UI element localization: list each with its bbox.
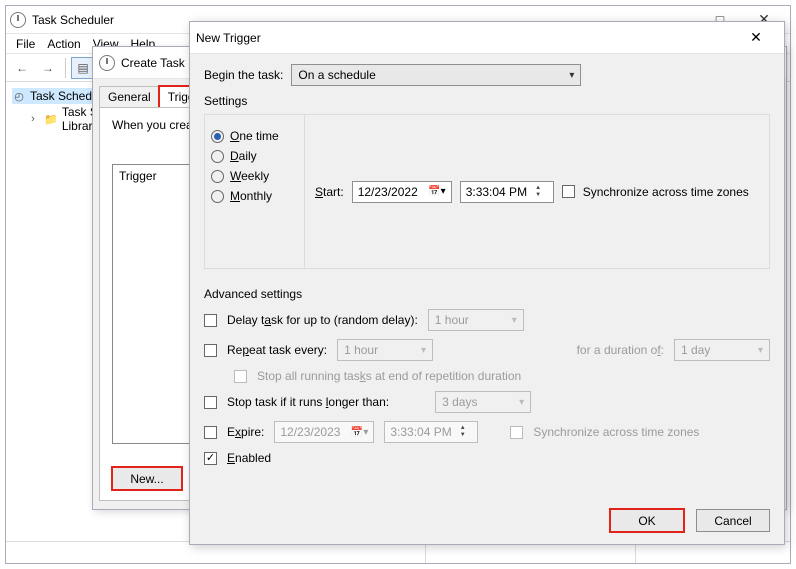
expire-row: Expire: 12/23/2023 📅▾ 3:33:04 PM ▲▼ Sync… [204, 421, 770, 443]
stop-longer-label: Stop task if it runs longer than: [227, 395, 389, 409]
chevron-down-icon: ▾ [758, 345, 763, 356]
begin-label: Begin the task: [204, 68, 283, 82]
radio-monthly[interactable]: Monthly [211, 189, 298, 203]
stop-running-label: Stop all running tasks at end of repetit… [257, 369, 521, 383]
close-button[interactable]: ✕ [734, 24, 778, 52]
stop-longer-combo[interactable]: 3 days ▾ [435, 391, 531, 413]
spinner-icon: ▲▼ [531, 185, 545, 199]
schedule-radios: One time Daily Weekly Monthly [205, 115, 305, 268]
repeat-row: Repeat task every: 1 hour ▾ for a durati… [204, 339, 770, 361]
advanced-settings: Advanced settings Delay task for up to (… [204, 287, 770, 465]
start-date-input[interactable]: 12/23/2022 📅▾ [352, 181, 452, 203]
delay-checkbox[interactable] [204, 314, 217, 327]
enabled-row: Enabled [204, 451, 770, 465]
expire-date-input[interactable]: 12/23/2023 📅▾ [274, 421, 374, 443]
delay-label: Delay task for up to (random delay): [227, 313, 418, 327]
expire-date-value: 12/23/2023 [280, 425, 340, 439]
repeat-checkbox[interactable] [204, 344, 217, 357]
expire-sync-checkbox [510, 426, 523, 439]
delay-row: Delay task for up to (random delay): 1 h… [204, 309, 770, 331]
sync-tz-checkbox[interactable] [562, 185, 575, 198]
start-time-input[interactable]: 3:33:04 PM ▲▼ [460, 181, 554, 203]
radio-monthly-label: Monthly [230, 189, 272, 203]
start-row: Start: 12/23/2022 📅▾ 3:33:04 PM ▲▼ Synch… [305, 115, 769, 268]
calendar-icon: 📅▾ [351, 427, 368, 438]
stop-longer-value: 3 days [442, 395, 519, 409]
back-button[interactable]: ← [10, 57, 34, 79]
expire-checkbox[interactable] [204, 426, 217, 439]
radio-dot-icon [211, 170, 224, 183]
trigger-list[interactable]: Trigger [112, 164, 190, 444]
clock-icon: ◴ [12, 89, 26, 103]
advanced-heading: Advanced settings [204, 287, 770, 301]
new-trigger-title: New Trigger [196, 31, 261, 45]
trigger-column-header: Trigger [113, 165, 189, 187]
radio-dot-icon [211, 150, 224, 163]
begin-task-combo[interactable]: On a schedule ▾ [291, 64, 581, 86]
expire-label: Expire: [227, 425, 264, 439]
duration-label: for a duration of: [577, 343, 664, 357]
stop-running-checkbox [234, 370, 247, 383]
radio-dot-icon [211, 130, 224, 143]
menu-action[interactable]: Action [43, 37, 84, 51]
forward-button[interactable]: → [36, 57, 60, 79]
enabled-checkbox[interactable] [204, 452, 217, 465]
enabled-label: Enabled [227, 451, 271, 465]
new-trigger-dialog: New Trigger ✕ Begin the task: On a sched… [189, 21, 785, 545]
new-trigger-titlebar: New Trigger ✕ [190, 22, 784, 54]
new-trigger-body: Begin the task: On a schedule ▾ Settings… [190, 54, 784, 485]
chevron-down-icon: ▾ [512, 315, 517, 326]
menu-file[interactable]: File [12, 37, 39, 51]
radio-one-time-label: One time [230, 129, 279, 143]
stop-longer-checkbox[interactable] [204, 396, 217, 409]
new-trigger-button[interactable]: New... [112, 467, 182, 490]
spinner-icon: ▲▼ [456, 425, 470, 439]
expire-time-value: 3:33:04 PM [390, 425, 451, 439]
delay-value: 1 hour [435, 313, 512, 327]
tab-general[interactable]: General [99, 86, 160, 108]
main-title: Task Scheduler [32, 13, 114, 27]
radio-daily-label: Daily [230, 149, 257, 163]
sync-tz-label: Synchronize across time zones [583, 185, 749, 199]
create-task-title: Create Task [121, 56, 185, 70]
duration-value: 1 day [681, 343, 758, 357]
repeat-combo[interactable]: 1 hour ▾ [337, 339, 433, 361]
repeat-value: 1 hour [344, 343, 421, 357]
duration-combo[interactable]: 1 day ▾ [674, 339, 770, 361]
start-date-value: 12/23/2022 [358, 185, 418, 199]
begin-task-value: On a schedule [298, 68, 569, 82]
repeat-label: Repeat task every: [227, 343, 327, 357]
cancel-button[interactable]: Cancel [696, 509, 770, 532]
calendar-icon: 📅▾ [428, 186, 445, 197]
chevron-down-icon: ▾ [421, 345, 426, 356]
toolbar-separator [65, 58, 66, 78]
radio-weekly-label: Weekly [230, 169, 269, 183]
delay-combo[interactable]: 1 hour ▾ [428, 309, 524, 331]
start-time-value: 3:33:04 PM [466, 185, 527, 199]
expire-time-input[interactable]: 3:33:04 PM ▲▼ [384, 421, 478, 443]
begin-row: Begin the task: On a schedule ▾ [204, 64, 770, 86]
chevron-down-icon: ▾ [519, 397, 524, 408]
folder-icon: 📁 [44, 112, 58, 126]
radio-daily[interactable]: Daily [211, 149, 298, 163]
chevron-down-icon: ▾ [569, 70, 574, 81]
radio-weekly[interactable]: Weekly [211, 169, 298, 183]
stop-running-row: Stop all running tasks at end of repetit… [204, 369, 770, 383]
stop-longer-row: Stop task if it runs longer than: 3 days… [204, 391, 770, 413]
settings-area: One time Daily Weekly Monthly Start: [204, 114, 770, 269]
dialog-buttons: OK Cancel [610, 509, 770, 532]
start-label: Start: [315, 185, 344, 199]
settings-heading: Settings [204, 94, 770, 108]
radio-one-time[interactable]: One time [211, 129, 298, 143]
radio-dot-icon [211, 190, 224, 203]
ok-button[interactable]: OK [610, 509, 684, 532]
clock-icon [99, 55, 115, 71]
clock-icon [10, 12, 26, 28]
chevron-right-icon: › [26, 112, 40, 126]
expire-sync-label: Synchronize across time zones [533, 425, 699, 439]
